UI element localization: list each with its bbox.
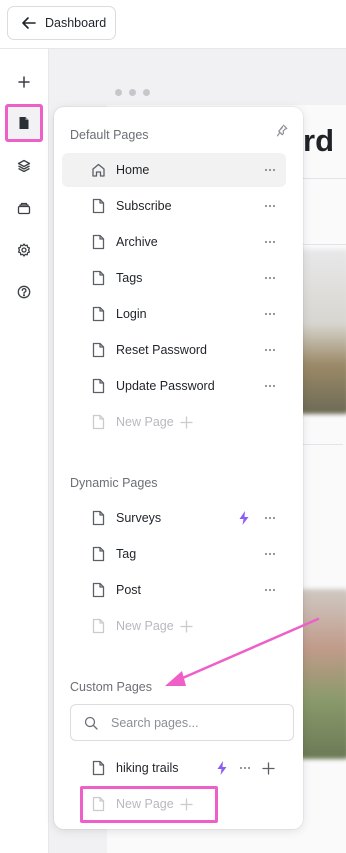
plus-icon[interactable] — [262, 762, 275, 775]
new-page-label: New Page — [116, 619, 174, 633]
article-image — [299, 249, 346, 414]
page-label: Home — [116, 163, 150, 177]
default-pages-heading: Default Pages — [70, 128, 149, 142]
new-default-page-button[interactable]: New Page — [62, 405, 286, 439]
page-label: Surveys — [116, 511, 162, 525]
collections-button[interactable] — [5, 189, 43, 227]
bolt-icon — [217, 761, 227, 775]
file-icon — [92, 618, 105, 634]
new-page-label: New Page — [116, 797, 174, 811]
more-icon[interactable] — [264, 199, 276, 213]
file-icon — [92, 796, 105, 812]
file-icon — [92, 546, 105, 562]
search-pages-field[interactable] — [70, 704, 294, 741]
gear-icon — [17, 243, 31, 257]
more-icon[interactable] — [264, 271, 276, 285]
page-label: Archive — [116, 235, 158, 249]
search-pages-input[interactable] — [111, 714, 281, 732]
page-label: Post — [116, 583, 142, 597]
top-bar: Dashboard — [0, 0, 346, 49]
back-to-dashboard-button[interactable]: Dashboard — [7, 6, 116, 40]
more-icon[interactable] — [264, 547, 276, 561]
bolt-icon — [239, 511, 249, 525]
plus-icon — [180, 416, 193, 429]
page-label: Update Password — [116, 379, 215, 393]
add-button[interactable] — [5, 63, 43, 101]
file-icon — [92, 378, 105, 394]
arrow-left-icon — [22, 17, 36, 29]
page-row-home[interactable]: Home — [62, 153, 286, 187]
file-icon — [92, 342, 105, 358]
file-icon — [92, 414, 105, 430]
help-button[interactable] — [5, 273, 43, 311]
help-icon — [17, 285, 31, 299]
new-custom-page-button[interactable]: New Page — [62, 787, 286, 821]
article-image — [299, 589, 346, 759]
file-icon — [92, 582, 105, 598]
plus-icon — [18, 76, 30, 88]
page-row-hiking-trails[interactable]: hiking trails — [62, 751, 286, 785]
settings-button[interactable] — [5, 231, 43, 269]
page-row-archive[interactable]: Archive — [62, 225, 286, 259]
left-rail — [0, 49, 49, 853]
page-row-tags[interactable]: Tags — [62, 261, 286, 295]
search-icon — [84, 716, 98, 730]
home-icon — [92, 163, 105, 177]
file-icon — [19, 117, 29, 129]
page-row-login[interactable]: Login — [62, 297, 286, 331]
dynamic-pages-heading: Dynamic Pages — [70, 476, 158, 490]
divider — [303, 444, 343, 445]
custom-pages-heading: Custom Pages — [70, 680, 152, 694]
more-icon[interactable] — [239, 761, 251, 775]
more-icon[interactable] — [264, 343, 276, 357]
plus-icon — [180, 620, 193, 633]
back-button-label: Dashboard — [45, 16, 107, 30]
more-icon[interactable] — [264, 511, 276, 525]
page-label: Tag — [116, 547, 137, 561]
more-icon[interactable] — [264, 307, 276, 321]
layers-button[interactable] — [5, 147, 43, 185]
file-icon — [92, 198, 105, 214]
more-icon[interactable] — [264, 379, 276, 393]
pages-button[interactable] — [5, 104, 43, 142]
page-row-reset-password[interactable]: Reset Password — [62, 333, 286, 367]
more-icon[interactable] — [264, 583, 276, 597]
window-dots — [115, 89, 150, 96]
file-icon — [92, 510, 105, 526]
file-icon — [92, 270, 105, 286]
pages-panel: Default Pages Home Subscribe Archive Tag… — [54, 107, 303, 829]
page-row-update-password[interactable]: Update Password — [62, 369, 286, 403]
layers-icon — [17, 159, 31, 173]
more-icon[interactable] — [264, 235, 276, 249]
new-dynamic-page-button[interactable]: New Page — [62, 609, 286, 643]
page-label: Login — [116, 307, 147, 321]
page-row-surveys[interactable]: Surveys — [62, 501, 286, 535]
page-heading-fragment: rd — [303, 123, 334, 158]
page-label: Tags — [116, 271, 143, 285]
page-row-tag[interactable]: Tag — [62, 537, 286, 571]
page-label: hiking trails — [116, 761, 179, 775]
file-icon — [92, 234, 105, 250]
page-label: Subscribe — [116, 199, 172, 213]
page-row-post[interactable]: Post — [62, 573, 286, 607]
page-row-subscribe[interactable]: Subscribe — [62, 189, 286, 223]
plus-icon — [180, 798, 193, 811]
new-page-label: New Page — [116, 415, 174, 429]
more-icon[interactable] — [264, 163, 276, 177]
pin-icon[interactable] — [276, 124, 288, 137]
file-icon — [92, 306, 105, 322]
file-icon — [92, 760, 105, 776]
page-label: Reset Password — [116, 343, 208, 357]
archive-icon — [17, 202, 31, 214]
